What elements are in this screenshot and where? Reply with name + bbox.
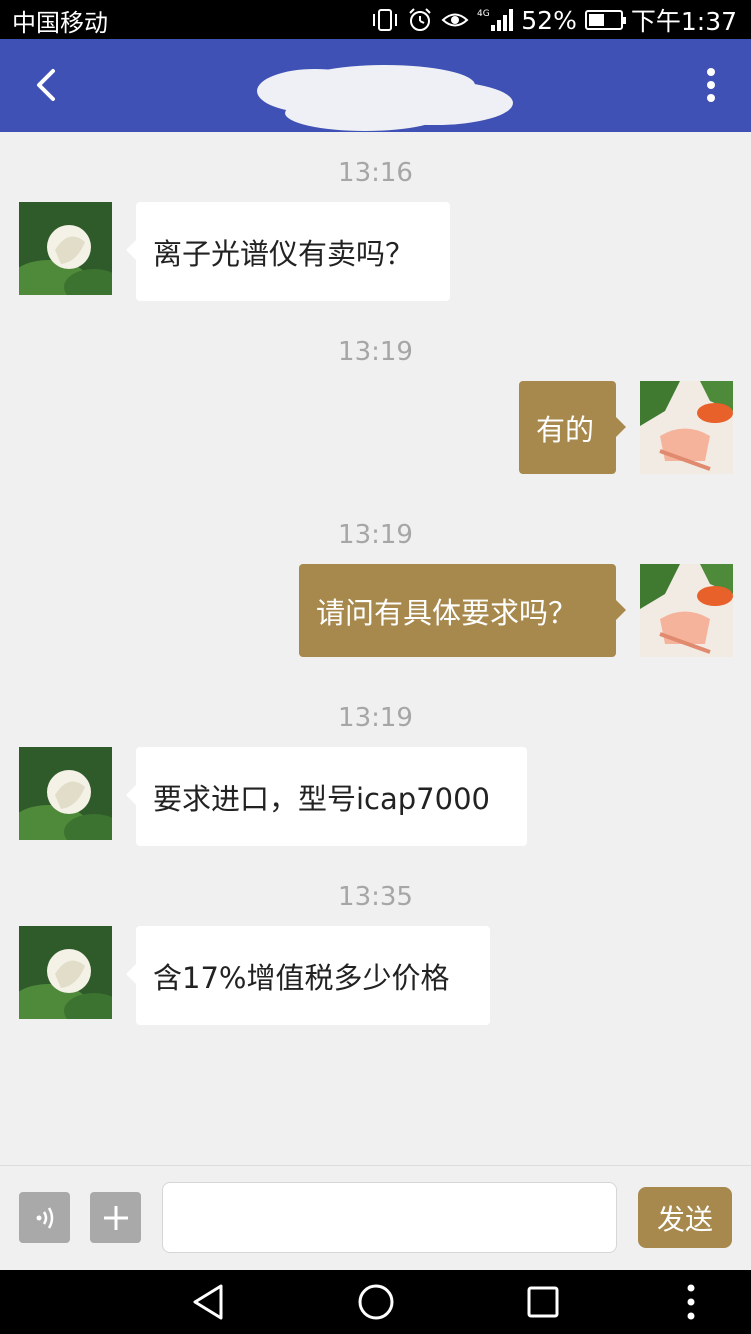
alarm-icon [407,7,433,33]
timestamp: 13:19 [338,520,413,550]
system-nav-bar [0,1270,751,1334]
contact-avatar[interactable] [19,202,112,295]
message-input[interactable] [162,1182,617,1253]
voice-button[interactable] [19,1192,70,1243]
svg-text:4G: 4G [477,9,490,19]
send-button[interactable]: 发送 [638,1187,732,1248]
more-vertical-icon [707,68,715,102]
home-circle-icon [358,1284,394,1320]
back-button[interactable] [22,61,70,109]
message-bubble-sent[interactable]: 有的 [519,381,626,474]
timestamp: 13:19 [338,337,413,367]
chat-header [0,39,751,132]
more-vertical-icon [687,1284,695,1320]
redacted-title [255,63,513,133]
status-icons: 4G 52% 下午1:37 [371,2,737,38]
vibrate-icon [371,8,399,32]
chevron-left-icon [37,69,55,101]
signal-icon: 4G [477,7,514,33]
battery-percent: 52% [521,5,577,35]
recents-square-icon [527,1286,559,1318]
timestamp: 13:16 [338,158,413,188]
message-list[interactable]: 13:16 离子光谱仪有卖吗？ 13:19 有的 13:19 请问有具体要求吗？… [0,132,751,1165]
timestamp: 13:35 [338,882,413,912]
battery-icon [584,10,626,30]
more-menu-button[interactable] [693,61,729,109]
contact-avatar[interactable] [19,926,112,1019]
back-triangle-icon [193,1284,223,1320]
nav-recents-button[interactable] [519,1282,567,1322]
nav-more-button[interactable] [667,1282,715,1322]
nav-back-button[interactable] [184,1282,232,1322]
message-bubble-sent[interactable]: 请问有具体要求吗？ [299,564,626,657]
my-avatar[interactable] [640,381,733,474]
input-bar: 发送 [0,1165,751,1270]
contact-avatar[interactable] [19,747,112,840]
timestamp: 13:19 [338,703,413,733]
eye-icon [441,9,469,31]
clock: 下午1:37 [630,7,737,36]
message-bubble-received[interactable]: 要求进口，型号icap7000 [126,747,527,846]
plus-button[interactable] [90,1192,141,1243]
plus-icon [103,1205,128,1230]
voice-icon [36,1206,53,1229]
carrier-label: 中国移动 [12,9,108,37]
message-bubble-received[interactable]: 离子光谱仪有卖吗？ [126,202,450,301]
status-bar: 中国移动 4G 52% 下午1:37 [0,0,751,39]
nav-home-button[interactable] [352,1282,400,1322]
my-avatar[interactable] [640,564,733,657]
message-bubble-received[interactable]: 含17%增值税多少价格 [126,926,490,1025]
